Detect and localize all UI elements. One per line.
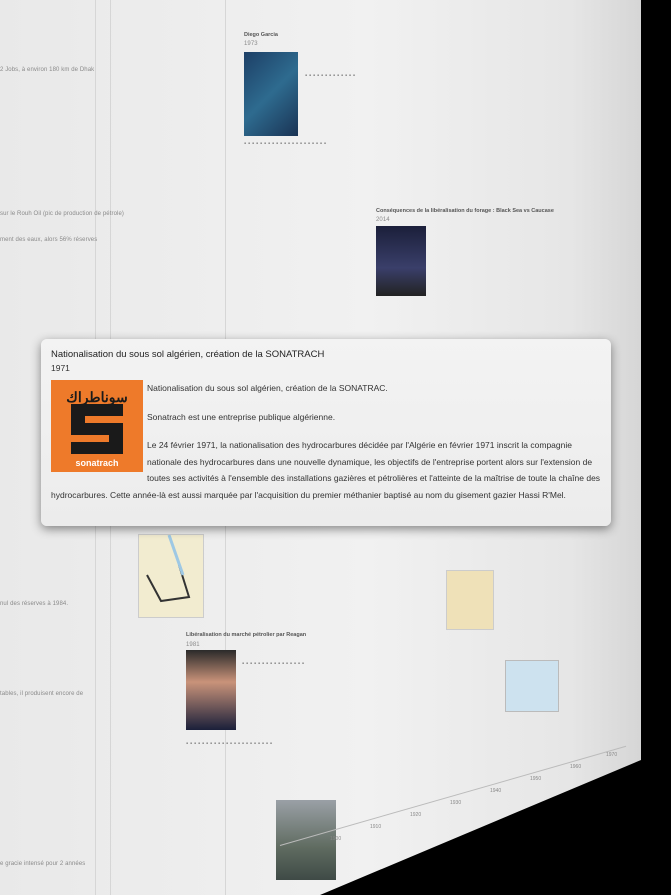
timeline-axis — [279, 745, 627, 846]
axis-tick: 1960 — [570, 764, 582, 770]
event-title[interactable]: Conséquences de la libéralisation du for… — [376, 208, 554, 214]
island-map-image — [244, 52, 298, 136]
popup-year: 1971 — [51, 363, 70, 373]
event-body-text: ▪ ▪ ▪ ▪ ▪ ▪ ▪ ▪ ▪ ▪ ▪ ▪ ▪ ▪ ▪ ▪ ▪ ▪ ▪ ▪ … — [244, 141, 327, 147]
axis-tick: 1940 — [490, 788, 502, 794]
event-title[interactable]: Diego Garcia — [244, 32, 278, 38]
left-snippet: ment des eaux, alors 56% réserves — [0, 237, 98, 243]
event-body-text: ▪ ▪ ▪ ▪ ▪ ▪ ▪ ▪ ▪ ▪ ▪ ▪ ▪ — [305, 73, 356, 79]
workers-photo-image — [276, 800, 336, 880]
popup-body: Nationalisation du sous sol algérien, cr… — [51, 380, 603, 515]
axis-tick: 1920 — [410, 812, 422, 818]
left-snippet: sur le Rouh Oil (pic de production de pé… — [0, 211, 124, 217]
axis-tick: 1900 — [330, 836, 342, 842]
coast-map-image — [505, 660, 559, 712]
region-map-image — [446, 570, 494, 630]
event-body-text: ▪ ▪ ▪ ▪ ▪ ▪ ▪ ▪ ▪ ▪ ▪ ▪ ▪ ▪ ▪ ▪ — [242, 661, 305, 667]
route-map-graphic — [146, 534, 191, 603]
event-body-text: ▪ ▪ ▪ ▪ ▪ ▪ ▪ ▪ ▪ ▪ ▪ ▪ ▪ ▪ ▪ ▪ ▪ ▪ ▪ ▪ … — [186, 741, 273, 747]
axis-tick: 1910 — [370, 824, 382, 830]
popup-title: Nationalisation du sous sol algérien, cr… — [51, 349, 325, 360]
event-year: 1973 — [244, 41, 258, 47]
event-title[interactable]: Libéralisation du marché pétrolier par R… — [186, 632, 306, 638]
left-snippet: nul des réserves à 1984. — [0, 601, 69, 607]
night-city-image — [376, 226, 426, 296]
event-detail-popup[interactable]: Nationalisation du sous sol algérien, cr… — [41, 339, 611, 526]
left-snippet: e gracie intensé pour 2 années — [0, 861, 86, 867]
event-year: 2014 — [376, 217, 390, 223]
event-year: 1981 — [186, 642, 200, 648]
axis-tick: 1930 — [450, 800, 462, 806]
portrait-image — [186, 650, 236, 730]
nile-map-image — [138, 534, 204, 618]
left-snippet: tables, il produisent encore de — [0, 691, 84, 697]
axis-tick: 1970 — [606, 752, 618, 758]
left-snippet: 2 Jobs, à environ 180 km de Dhak — [0, 67, 95, 73]
logo-spacer — [51, 380, 147, 472]
axis-tick: 1950 — [530, 776, 542, 782]
